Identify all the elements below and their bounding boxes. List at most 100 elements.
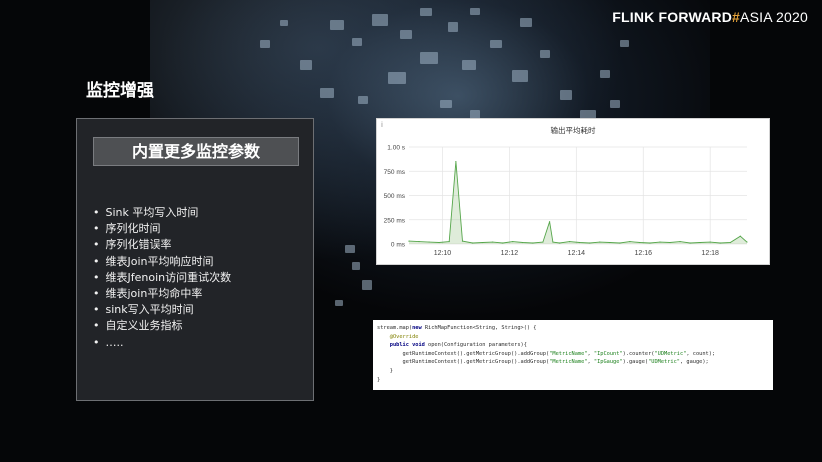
data-point: [679, 240, 681, 243]
list-item: Sink 平均写入时间: [93, 205, 231, 221]
background-block: [372, 14, 388, 26]
data-point: [428, 241, 430, 243]
background-block: [345, 245, 355, 253]
data-point: [461, 240, 464, 242]
data-point: [746, 241, 748, 243]
code-token: , gauge);: [680, 359, 709, 366]
data-point: [512, 240, 514, 243]
panel-header: 内置更多监控参数: [93, 137, 299, 166]
data-point: [619, 242, 621, 244]
background-block: [520, 18, 532, 27]
background-block: [490, 40, 502, 48]
data-point: [492, 241, 494, 243]
data-point: [739, 235, 741, 237]
background-block: [420, 52, 438, 64]
background-block: [335, 300, 343, 306]
code-token: @Override: [389, 333, 419, 340]
data-point: [455, 160, 457, 163]
y-tick-label: 250 ms: [384, 217, 406, 224]
code-token: "MetricName": [549, 359, 588, 366]
background-block: [320, 88, 334, 98]
background-block: [560, 90, 572, 100]
code-line: getRuntimeContext().getMetricGroup().add…: [377, 359, 769, 368]
chart-plot: 0 ms 250 ms 500 ms 750 ms 1.00 s 12:10 12:12 12…: [384, 145, 748, 257]
list-item: sink写入平均时间: [93, 302, 231, 318]
code-token: }: [377, 376, 381, 383]
data-point: [552, 241, 554, 243]
background-block: [610, 100, 620, 108]
background-block: [600, 70, 610, 78]
data-point: [689, 242, 691, 244]
code-line: stream.map(new RichMapFunction<String, S…: [377, 325, 769, 334]
data-point: [589, 242, 591, 244]
background-block: [388, 72, 406, 84]
latency-chart: i 输出平均耗时 0 ms 250 ms 500 ms 750 ms 1.00 s 12:…: [376, 118, 770, 265]
x-tick-label: 12:12: [501, 250, 519, 257]
code-token: open(Configuration parameters){: [428, 342, 527, 349]
code-token: ).gauge(: [622, 359, 649, 366]
list-item: 自定义业务指标: [93, 318, 231, 334]
metrics-panel: 内置更多监控参数 Sink 平均写入时间 序列化时间 序列化错误率 维表Join…: [76, 118, 314, 401]
background-block: [420, 8, 432, 16]
code-token: "IpCount": [593, 350, 623, 357]
code-token: new: [412, 325, 425, 331]
code-token: getRuntimeContext().getMetricGroup().add…: [377, 350, 550, 357]
data-point: [532, 242, 534, 244]
code-line: @Override: [377, 334, 769, 343]
code-token: }: [377, 367, 393, 374]
background-block: [620, 40, 629, 47]
background-block: [330, 20, 344, 30]
brand-hash: #: [732, 9, 741, 25]
code-token: RichMapFunction<String, String>() {: [424, 325, 537, 331]
background-block: [440, 100, 452, 108]
background-block: [352, 262, 360, 270]
data-point: [542, 241, 544, 243]
data-point: [558, 242, 561, 244]
list-item: 维表join平均命中率: [93, 286, 231, 302]
background-block: [260, 40, 270, 48]
y-tick-label: 750 ms: [384, 169, 406, 176]
data-point: [639, 241, 641, 244]
code-token: stream.map(: [377, 325, 413, 331]
background-block: [540, 50, 550, 58]
x-tick-label: 12:14: [568, 250, 586, 257]
list-item: 序列化时间: [93, 221, 231, 237]
background-block: [280, 20, 288, 26]
data-point: [569, 240, 571, 243]
background-block: [512, 70, 528, 82]
code-line: public void open(Configuration parameter…: [377, 342, 769, 351]
code-token: public void: [389, 342, 429, 349]
data-point: [448, 240, 450, 243]
data-point: [629, 240, 631, 243]
data-point: [408, 240, 410, 242]
data-point: [482, 241, 484, 244]
data-point: [709, 241, 711, 243]
x-tick-label: 12:18: [701, 250, 719, 257]
brand-name: FLINK FORWARD: [612, 9, 733, 25]
code-token: "UDMetric": [648, 359, 680, 366]
list-item: 维表Jfenoin访问重试次数: [93, 270, 232, 286]
code-token: "IpGauge": [593, 359, 623, 366]
metric-list: Sink 平均写入时间 序列化时间 序列化错误率 维表Join平均响应时间 维表…: [93, 205, 232, 351]
y-tick-label: 0 ms: [391, 242, 406, 249]
list-item: …..: [93, 335, 231, 351]
code-snippet: stream.map(new RichMapFunction<String, S…: [373, 320, 773, 390]
background-block: [400, 30, 412, 39]
data-point: [659, 241, 661, 243]
data-point: [471, 242, 474, 244]
code-line: }: [377, 368, 769, 377]
code-line: }: [377, 377, 769, 386]
code-token: "MetricName": [549, 350, 588, 357]
background-block: [470, 8, 480, 15]
code-line: getRuntimeContext().getMetricGroup().add…: [377, 351, 769, 360]
code-token: getRuntimeContext().getMetricGroup().add…: [377, 359, 550, 366]
code-token: , count);: [686, 350, 716, 357]
y-tick-label: 1.00 s: [387, 145, 405, 152]
x-tick-label: 12:16: [634, 250, 652, 257]
data-point: [522, 241, 524, 244]
data-point: [729, 241, 731, 244]
data-point: [438, 241, 440, 244]
background-block: [448, 22, 458, 32]
background-block: [300, 60, 312, 70]
